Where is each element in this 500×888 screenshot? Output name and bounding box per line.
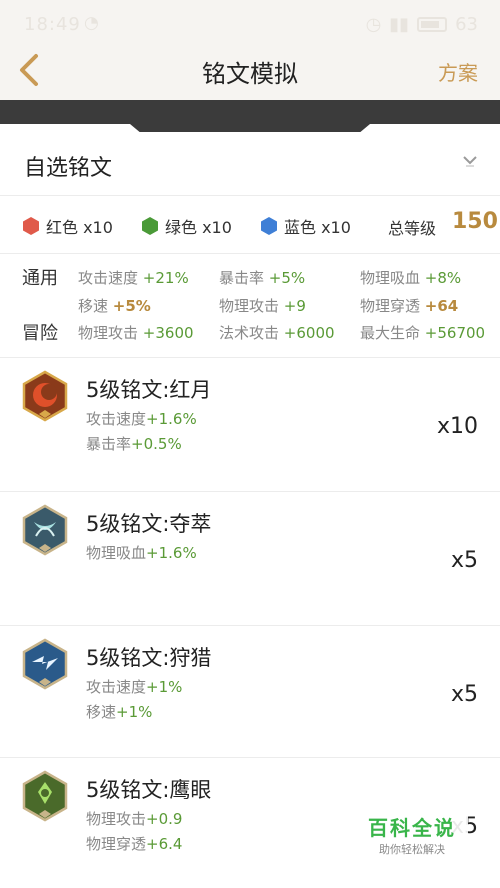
blue-hexagon-icon <box>261 217 277 235</box>
stat-adventure-1: 物理攻击 +3600 <box>78 324 194 342</box>
stats-general-label: 通用 <box>22 268 58 289</box>
battery-icon <box>417 17 448 32</box>
red-moon-icon <box>22 370 68 422</box>
color-summary: 红色 x10 绿色 x10 蓝色 x10 总等级 150 <box>0 196 500 254</box>
inscription-name: 5级铭文:红月 <box>86 378 212 402</box>
inscription-attr: 物理攻击+0.9 <box>86 810 183 828</box>
tab-divider-notch <box>130 124 370 132</box>
page-title: 铭文模拟 <box>202 60 298 88</box>
wifi-icon: ◔ <box>84 13 99 33</box>
stat-general-4: 移速 +5% <box>78 297 151 315</box>
inscription-attr: 攻击速度+1.6% <box>86 410 197 428</box>
hunt-icon <box>22 638 68 690</box>
nav-header: 铭文模拟 方案 <box>0 42 500 97</box>
color-blue-label: 蓝色 x10 <box>284 218 351 237</box>
inscription-name: 5级铭文:狩猎 <box>86 646 212 670</box>
stat-adventure-3: 最大生命 +56700 <box>360 324 486 342</box>
color-blue: 蓝色 x10 <box>260 214 351 238</box>
inscription-selector[interactable]: 自选铭文 <box>0 132 500 196</box>
battery-level: 63 <box>455 14 478 35</box>
watermark: 百科全说 助你轻松解决 <box>356 812 468 862</box>
color-green-label: 绿色 x10 <box>165 218 232 237</box>
inscription-attr: 物理吸血+1.6% <box>86 544 197 562</box>
inscription-item-red-moon[interactable]: 5级铭文:红月 攻击速度+1.6% 暴击率+0.5% x10 <box>0 358 500 492</box>
watermark-title: 百科全说 <box>368 816 456 840</box>
green-hexagon-icon <box>142 217 158 235</box>
stat-general-5: 物理攻击 +9 <box>219 297 306 315</box>
inscription-count: x5 <box>450 682 478 707</box>
duocui-icon <box>22 504 68 556</box>
status-time: 18:49 <box>24 14 81 35</box>
stat-adventure-2: 法术攻击 +6000 <box>219 324 335 342</box>
stats-summary: 通用 冒险 攻击速度 +21% 暴击率 +5% 物理吸血 +8% 移速 +5% … <box>0 254 500 358</box>
inscription-item-duocui[interactable]: 5级铭文:夺萃 物理吸血+1.6% x5 <box>0 492 500 626</box>
total-level-value: 150 <box>452 209 498 234</box>
alarm-icon: ◷ <box>365 14 382 35</box>
inscription-count: x10 <box>436 414 478 439</box>
inscription-attr: 攻击速度+1% <box>86 678 183 696</box>
color-red: 红色 x10 <box>22 214 113 238</box>
inscription-count: x5 <box>450 548 478 573</box>
status-right: ◷ ▮▮ 63 <box>366 14 478 35</box>
selector-label: 自选铭文 <box>24 156 113 181</box>
red-hexagon-icon <box>23 217 39 235</box>
plan-button[interactable]: 方案 <box>438 57 478 86</box>
stat-general-6: 物理穿透 +64 <box>360 297 459 315</box>
inscription-attr: 物理穿透+6.4 <box>86 835 183 853</box>
total-level-label: 总等级 <box>388 219 437 238</box>
tab-divider-bar <box>0 100 500 124</box>
color-green: 绿色 x10 <box>141 214 232 238</box>
inscription-name: 5级铭文:夺萃 <box>86 512 212 536</box>
chevron-down-icon <box>463 156 477 167</box>
signal-icon: ▮▮ <box>389 14 410 35</box>
stat-general-1: 攻击速度 +21% <box>78 269 189 287</box>
inscription-item-hunt[interactable]: 5级铭文:狩猎 攻击速度+1% 移速+1% x5 <box>0 626 500 758</box>
stat-general-3: 物理吸血 +8% <box>360 269 462 287</box>
inscription-attr: 移速+1% <box>86 703 153 721</box>
watermark-subtitle: 助你轻松解决 <box>379 843 445 856</box>
inscription-attr: 暴击率+0.5% <box>86 435 182 453</box>
color-red-label: 红色 x10 <box>46 218 113 237</box>
eagle-eye-icon <box>22 770 68 822</box>
stats-adventure-label: 冒险 <box>22 323 58 344</box>
stat-general-2: 暴击率 +5% <box>219 269 306 287</box>
inscription-name: 5级铭文:鹰眼 <box>86 778 212 802</box>
top-area: 18:49 ◔ ◷ ▮▮ 63 铭文模拟 方案 <box>0 0 500 100</box>
